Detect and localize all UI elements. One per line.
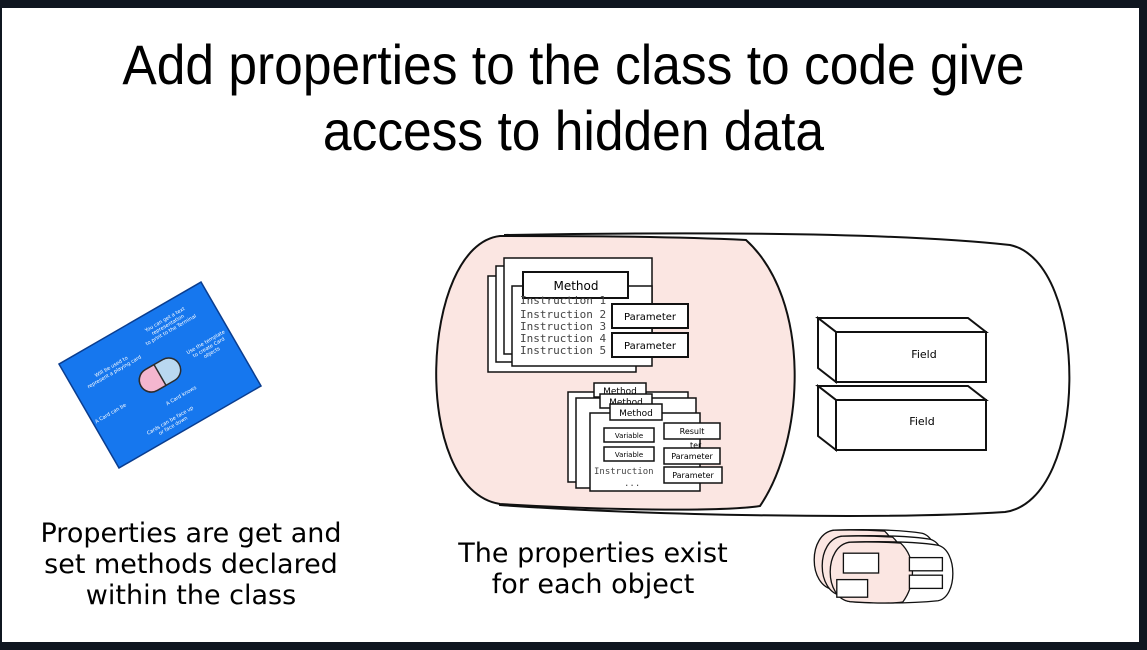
field-label-1: Field [911,348,936,361]
variable-label-1: Variable [615,432,643,440]
variable-label-2: Variable [615,451,643,459]
instruction-1: Instruction 1 [520,294,606,307]
method-2-label-3: Method [619,409,653,419]
caption-middle-line-1: The properties exist [458,538,728,569]
caption-middle-line-2: for each object [491,569,695,600]
card-illustration: You can get a text representation to pri… [57,281,263,469]
field-label-2: Field [909,415,934,428]
field-2: Field [815,383,989,453]
instruction-5: Instruction 5 [520,344,606,357]
result-label: Result [680,427,705,436]
field-1: Field [815,315,989,385]
ellipsis-label: ... [624,479,640,489]
mini-object-front [829,541,954,604]
parameter-label-2: Parameter [624,341,677,352]
instruction-label: Instruction [594,467,654,477]
caption-left-line-2: set methods declared [44,549,338,580]
caption-left-line-3: within the class [85,580,297,611]
caption-left-line-1: Properties are get and [40,518,342,549]
object-stack-thumbnail [813,529,954,604]
parameter-label-3: Parameter [671,452,713,461]
parameter-label-1: Parameter [624,312,677,323]
parameter-label-4: Parameter [672,471,714,480]
caption-middle: The properties exist for each object [438,538,748,600]
caption-left: Properties are get and set methods decla… [20,518,362,611]
method-1-label: Method [553,279,598,293]
